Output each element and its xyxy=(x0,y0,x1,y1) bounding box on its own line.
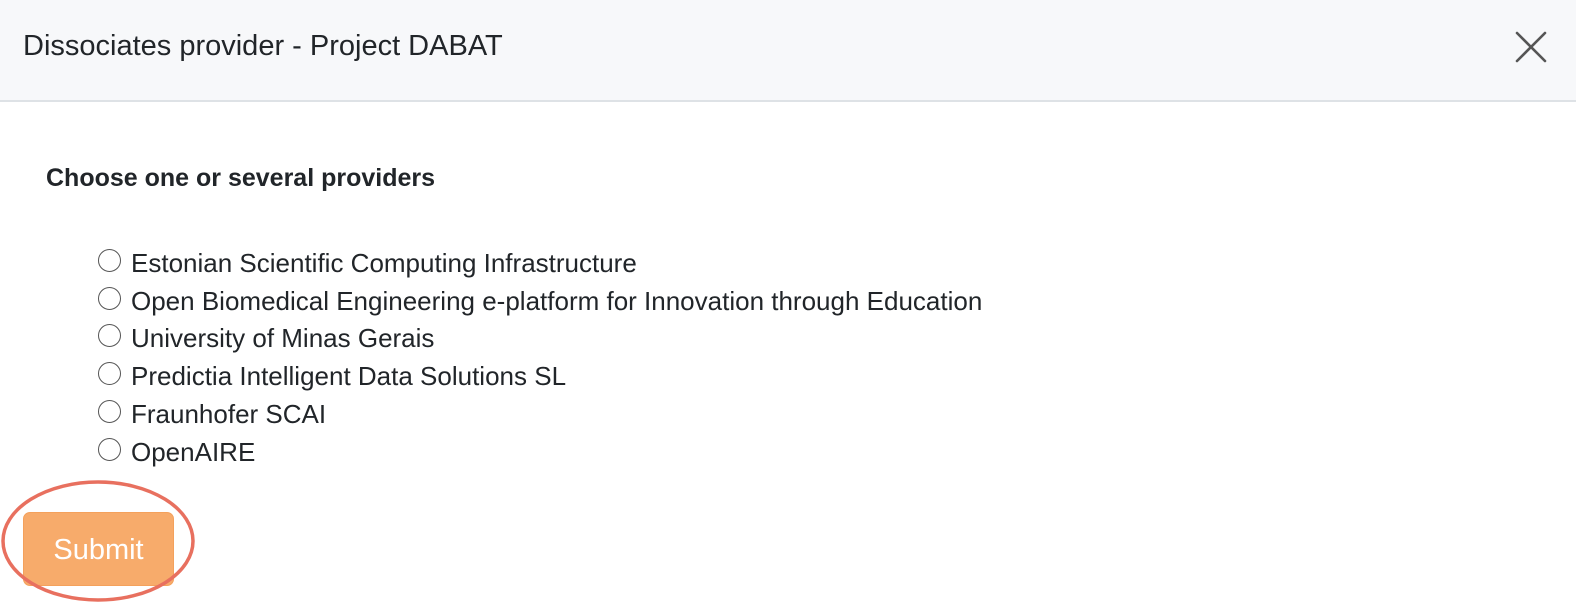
provider-label[interactable]: Estonian Scientific Computing Infrastruc… xyxy=(131,246,637,280)
submit-button[interactable]: Submit xyxy=(23,512,174,586)
provider-option[interactable]: Predictia Intelligent Data Solutions SL xyxy=(96,357,982,395)
provider-option[interactable]: University of Minas Gerais xyxy=(96,320,982,358)
provider-option[interactable]: OpenAIRE xyxy=(96,433,982,471)
radio-button[interactable] xyxy=(98,437,121,461)
radio-button[interactable] xyxy=(98,248,121,272)
provider-option[interactable]: Open Biomedical Engineering e-platform f… xyxy=(96,282,982,320)
radio-button[interactable] xyxy=(98,286,121,310)
provider-label[interactable]: Open Biomedical Engineering e-platform f… xyxy=(131,284,982,318)
close-x-icon xyxy=(1515,31,1547,63)
modal-header: Dissociates provider - Project DABAT xyxy=(0,0,1576,102)
provider-label[interactable]: Fraunhofer SCAI xyxy=(131,397,326,431)
radio-button[interactable] xyxy=(98,362,121,386)
dissociate-provider-modal: Dissociates provider - Project DABAT Cho… xyxy=(0,0,1576,608)
provider-label[interactable]: OpenAIRE xyxy=(131,435,255,469)
modal-title: Dissociates provider - Project DABAT xyxy=(23,30,503,62)
close-button[interactable] xyxy=(1508,24,1554,70)
radio-button[interactable] xyxy=(98,324,121,348)
provider-options: Estonian Scientific Computing Infrastruc… xyxy=(96,244,982,471)
provider-option[interactable]: Estonian Scientific Computing Infrastruc… xyxy=(96,244,982,282)
provider-option[interactable]: Fraunhofer SCAI xyxy=(96,395,982,433)
radio-button[interactable] xyxy=(98,400,121,424)
provider-label[interactable]: University of Minas Gerais xyxy=(131,321,434,355)
providers-heading: Choose one or several providers xyxy=(46,164,436,192)
provider-label[interactable]: Predictia Intelligent Data Solutions SL xyxy=(131,359,566,393)
